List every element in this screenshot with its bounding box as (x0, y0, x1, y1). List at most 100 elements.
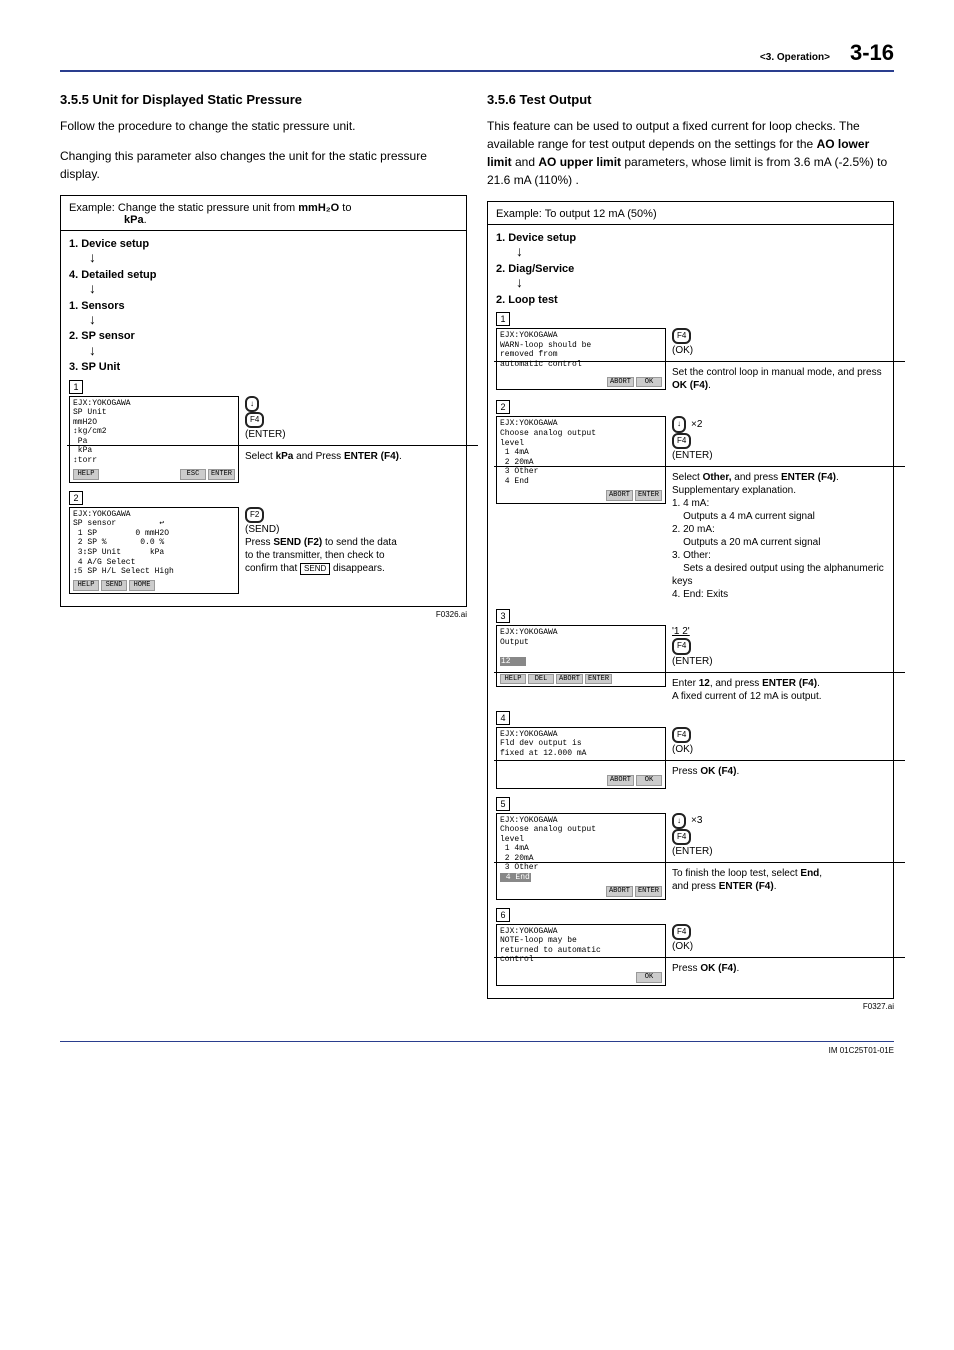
doc-number: IM 01C25T01-01E (829, 1046, 894, 1055)
lcd-content: WARN-loop should be removed from automat… (500, 341, 662, 370)
softkey-ok: OK (636, 775, 662, 785)
softkey-help: HELP (73, 580, 99, 590)
lcd-screen-r2: EJX:YOKOGAWA Choose analog output level … (496, 416, 666, 503)
text: Other, (703, 472, 732, 483)
lcd-content: Choose analog output level 1 4mA 2 20mA … (500, 825, 662, 883)
text: kPa (276, 451, 294, 462)
softkey-help: HELP (73, 469, 99, 479)
action-col: ↓ ×2 F4 (ENTER) Select Other, and press … (672, 416, 885, 601)
menu-item: 1. Device setup (69, 237, 458, 252)
lcd-title: EJX:YOKOGAWA (500, 730, 662, 740)
text: Outputs a 4 mA current signal (683, 511, 815, 522)
text: . (736, 766, 739, 777)
menu-path-356: 1. Device setup ↓ 2. Diag/Service ↓ 2. L… (496, 231, 885, 308)
enter-label: (ENTER) (672, 450, 713, 461)
lcd-title: EJX:YOKOGAWA (500, 331, 662, 341)
lcd-title: EJX:YOKOGAWA (73, 399, 235, 409)
enter-label: (ENTER) (245, 429, 286, 440)
enter-label: (ENTER) (672, 656, 713, 667)
softkey-ok: OK (636, 972, 662, 982)
text: Sets a desired output using the alphanum… (672, 563, 884, 587)
send-label: (SEND) (245, 524, 279, 535)
section-heading-355: 3.5.5 Unit for Displayed Static Pressure (60, 92, 467, 107)
menu-item: 1. Device setup (496, 231, 885, 246)
text: and (512, 155, 539, 169)
text: OK (F4) (700, 766, 736, 777)
text: confirm that (245, 563, 300, 574)
softkey-del: DEL (528, 674, 554, 684)
f4-key-icon: F4 (245, 412, 264, 428)
menu-item: 4. Detailed setup (69, 268, 458, 283)
softkey-abort: ABORT (556, 674, 583, 684)
example-box-356: Example: To output 12 mA (50%) 1. Device… (487, 201, 894, 999)
softkey-esc: ESC (180, 469, 206, 479)
menu-item: 2. Diag/Service (496, 262, 885, 277)
arrow-down-icon: ↓ (89, 314, 96, 325)
f2-key-icon: F2 (245, 507, 264, 523)
lcd-screen-1: EJX:YOKOGAWA SP Unit mmH2O ↕kg/cm2 Pa kP… (69, 396, 239, 483)
softkey-enter: ENTER (208, 469, 235, 479)
step-number-4: 4 (496, 711, 510, 725)
menu-item: 1. Sensors (69, 299, 458, 314)
text: OK (F4) (672, 380, 708, 391)
example-mid: to (339, 202, 351, 214)
lcd-content: Fld dev output is fixed at 12.000 mA (500, 739, 662, 758)
text: 12 (699, 678, 710, 689)
down-arrow-icon: ↓ (245, 396, 259, 412)
text: To finish the loop test, select (672, 868, 800, 879)
softkey-help: HELP (500, 674, 526, 684)
para-355-2: Changing this parameter also changes the… (60, 147, 467, 183)
arrow-down-icon: ↓ (89, 252, 96, 263)
lcd-title: EJX:YOKOGAWA (500, 816, 662, 826)
action-col: F4 (OK) Set the control loop in manual m… (672, 328, 885, 392)
softkey-send: SEND (101, 580, 127, 590)
times-label: ×2 (691, 418, 702, 431)
char-input: '1 2' (672, 626, 690, 637)
times-label: ×3 (691, 814, 702, 827)
text: and press (672, 881, 719, 892)
text: ENTER (F4) (781, 472, 836, 483)
text: Press (245, 537, 273, 548)
lcd-screen-r3: EJX:YOKOGAWA Output 12 HELP DEL ABORT EN… (496, 625, 666, 687)
step-row-r6: EJX:YOKOGAWA NOTE-loop may be returned t… (496, 924, 885, 986)
lcd-screen-r6: EJX:YOKOGAWA NOTE-loop may be returned t… (496, 924, 666, 986)
menu-item: 2. SP sensor (69, 329, 458, 344)
text: ENTER (F4) (719, 881, 774, 892)
text: . (399, 451, 402, 462)
content-columns: 3.5.5 Unit for Displayed Static Pressure… (60, 92, 894, 1011)
lcd-title: EJX:YOKOGAWA (500, 628, 662, 638)
enter-label: (ENTER) (672, 846, 713, 857)
text: to the transmitter, then check to (245, 550, 385, 561)
action-col: '1 2' F4 (ENTER) Enter 12, and press ENT… (672, 625, 885, 702)
f4-key-icon: F4 (672, 727, 691, 743)
text: . (817, 678, 820, 689)
example-title: Example: To output 12 mA (50%) (496, 208, 885, 220)
step-number-2: 2 (69, 491, 83, 505)
action-col: ↓ F4 (ENTER) Select kPa and Press ENTER … (245, 396, 458, 464)
text: Press (672, 766, 700, 777)
text: End (800, 868, 819, 879)
step-number-1: 1 (496, 312, 510, 326)
figure-ref: F0326.ai (60, 610, 467, 619)
example-title: Example: Change the static pressure unit… (69, 202, 458, 226)
text: and press (731, 472, 780, 483)
text: 4. End: Exits (672, 589, 728, 600)
text: OK (F4) (700, 963, 736, 974)
step-number-5: 5 (496, 797, 510, 811)
f4-key-icon: F4 (672, 328, 691, 344)
arrow-down-icon: ↓ (89, 283, 96, 294)
menu-path-355: 1. Device setup ↓ 4. Detailed setup ↓ 1.… (69, 237, 458, 376)
text: SEND (F2) (273, 537, 322, 548)
step-number-6: 6 (496, 908, 510, 922)
f4-key-icon: F4 (672, 924, 691, 940)
para-355-1: Follow the procedure to change the stati… (60, 117, 467, 135)
lcd-title: EJX:YOKOGAWA (500, 927, 662, 937)
left-column: 3.5.5 Unit for Displayed Static Pressure… (60, 92, 467, 1011)
action-col: ↓ ×3 F4 (ENTER) To finish the loop test,… (672, 813, 885, 894)
lcd-content: SP sensor ↩ 1 SP 0 mmH2O 2 SP % 0.0 % 3↕… (73, 519, 235, 577)
f4-key-icon: F4 (672, 433, 691, 449)
lcd-content: Output 12 (500, 638, 662, 667)
text: 3. Other: (672, 550, 711, 561)
text: ENTER (F4) (344, 451, 399, 462)
softkey-enter: ENTER (635, 886, 662, 896)
